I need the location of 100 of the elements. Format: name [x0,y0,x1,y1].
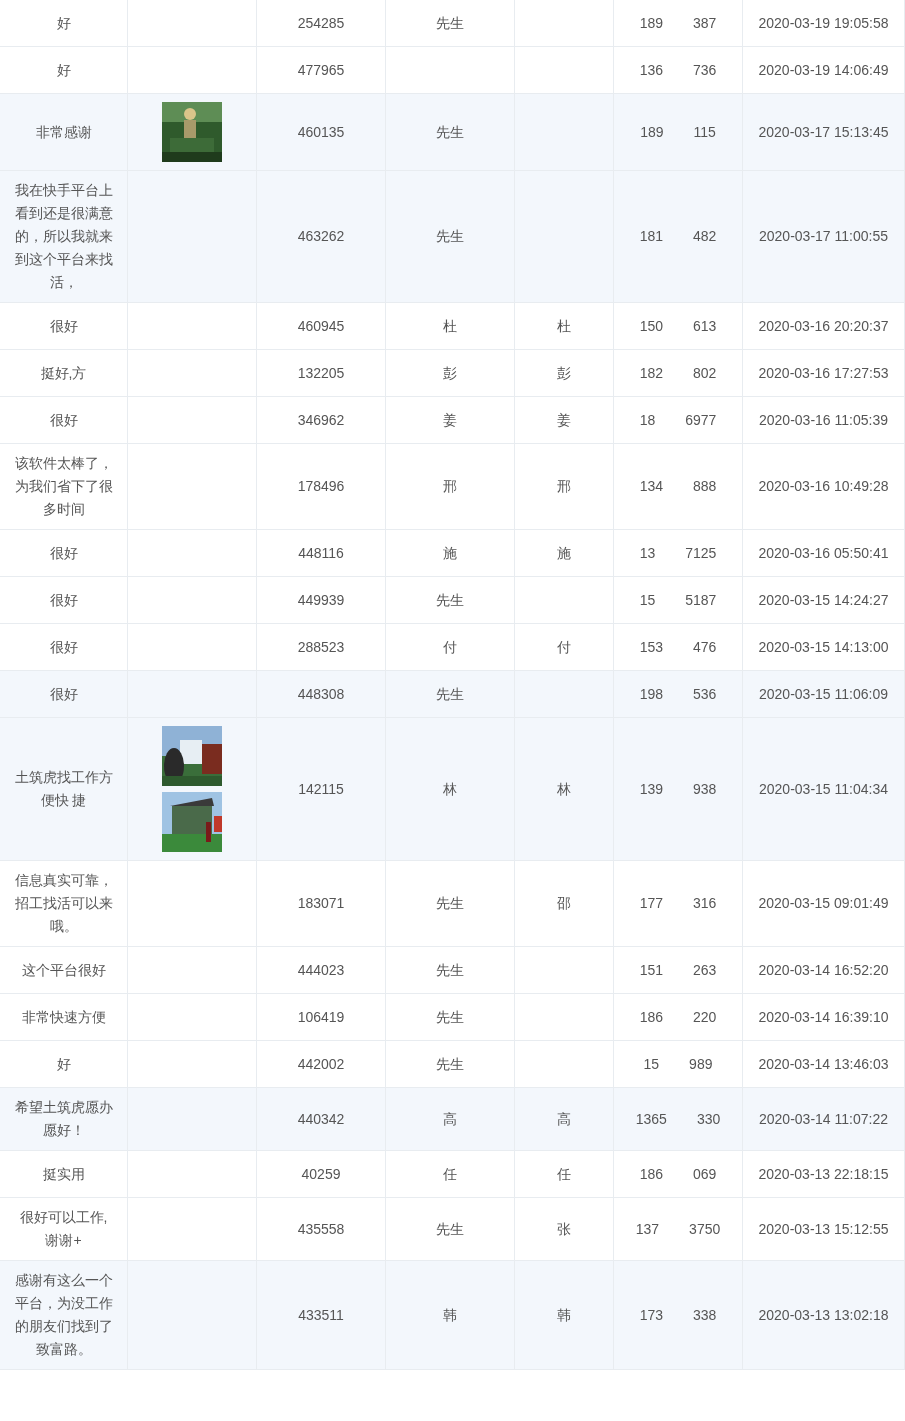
table-cell-text: 150 [639,316,663,336]
table-cell-text: 5187 [685,590,717,610]
table-cell-text: 邢 [557,477,571,496]
table-cell-text: 460135 [297,122,345,142]
table-cell-text: 189 [640,122,664,142]
table-cell-text: 先生 [436,1007,464,1027]
table-cell-text: 2020-03-14 16:52:20 [758,960,889,980]
table-cell-text: 198 [639,684,663,704]
table-cell-text: 韩 [443,1305,457,1325]
table-cell-text: 杜 [557,316,571,336]
table-cell-text: 2020-03-16 05:50:41 [758,543,889,563]
table-cell-text: 任 [557,1164,571,1184]
table-cell-text: 6977 [685,410,717,430]
table-cell-text: 好 [55,13,72,33]
table-cell-text: 460945 [297,316,345,336]
table-cell-text: 很好 [48,590,79,610]
table-cell-text: 448116 [298,543,344,563]
table-cell-text: 先生 [436,684,464,704]
table-cell-text: 463262 [297,227,345,246]
table-cell-text: 15 [639,590,656,610]
table-cell-text: 2020-03-17 15:13:45 [758,122,889,142]
table-cell-text: 姜 [557,410,571,430]
table-cell-text: 2020-03-14 13:46:03 [758,1054,889,1074]
table-cell-text: 435558 [297,1219,345,1239]
table-cell-text: 先生 [436,227,464,246]
table-cell-text: 付 [557,637,571,657]
table-cell-text: 1365 [635,1109,667,1129]
table-cell-text: 很好可以工作,谢谢+ [18,1208,109,1250]
table-cell-text: 2020-03-13 15:12:55 [758,1219,889,1239]
table-cell-text: 施 [557,543,571,563]
table-cell-text: 069 [693,1164,717,1184]
table-cell-text: 449939 [297,590,345,610]
table-cell-text: 2020-03-16 11:05:39 [759,410,888,430]
table-cell-text: 13 [639,543,656,563]
table-cell-text: 482 [693,227,717,246]
table-cell-text: 189 [639,13,663,33]
table-cell-text: 173 [639,1305,663,1325]
table-cell-text: 非常感谢 [34,122,93,142]
table-cell-text: 2020-03-17 11:00:55 [759,227,888,246]
table-cell-text: 220 [693,1007,717,1027]
table-cell-text: 288523 [297,637,345,657]
table-cell-text: 139 [639,779,663,799]
table-cell-text: 很好 [48,637,79,657]
table-cell-text: 736 [693,60,717,80]
table-cell-text: 15 [643,1054,660,1074]
table-cell-text: 杜 [443,316,457,336]
table-cell-text: 我在快手平台上看到还是很满意的，所以我就来到这个平台来找活， [14,181,113,292]
table-cell-text: 263 [693,960,717,980]
table-cell-text: 非常快速方便 [20,1007,107,1027]
table-cell-text: 2020-03-15 11:06:09 [759,684,888,704]
table-cell-text: 477965 [297,60,345,80]
table-cell-text: 2020-03-16 17:27:53 [758,363,889,383]
table-cell-text: 136 [639,60,663,80]
table-cell-text: 115 [693,122,716,142]
table-cell-text: 3750 [689,1219,721,1239]
table-cell-text: 151 [639,960,663,980]
table-cell-text: 7125 [685,543,717,563]
table-cell-text: 802 [693,363,717,383]
table-cell-text: 186 [639,1164,663,1184]
table-cell-text: 姜 [443,410,457,430]
table-cell-text: 40259 [301,1164,341,1184]
table-cell-text: 254285 [297,13,345,33]
table-cell-text: 153 [639,637,663,657]
table-cell-text: 178496 [297,477,345,496]
table-cell-text: 2020-03-14 11:07:22 [759,1109,888,1129]
table-cell-text: 442002 [297,1054,345,1074]
table-cell-text: 613 [693,316,717,336]
table-cell-text: 土筑虎找工作方便快 捷 [14,768,113,810]
table-cell-text: 316 [693,894,717,913]
table-cell-text: 先生 [436,122,464,142]
table-cell-text: 134 [639,477,663,496]
table-cell-text: 18 [639,410,656,430]
table-cell-text: 彭 [443,363,457,383]
table-cell-text: 186 [639,1007,663,1027]
table-cell-text: 挺实用 [41,1164,86,1184]
table-cell-text: 137 [635,1219,660,1239]
table-cell-text: 346962 [297,410,345,430]
table-cell-text: 该软件太棒了，为我们省下了很多时间 [14,454,113,519]
table-cell-text: 彭 [557,363,571,383]
table-cell-text: 440342 [297,1109,345,1129]
table-cell-text: 2020-03-15 09:01:49 [758,894,889,913]
table-cell-text: 2020-03-15 11:04:34 [759,779,888,799]
table-cell-text: 挺好,方 [39,363,88,383]
table-cell-text: 2020-03-15 14:24:27 [758,590,889,610]
table-cell-text: 444023 [297,960,345,980]
table-cell-text: 张 [557,1219,571,1239]
table-cell-text: 好 [55,1054,72,1074]
table-cell-text: 付 [443,637,457,657]
table-cell-text: 施 [443,543,457,563]
table-cell-text: 好 [55,60,72,80]
table-cell-text: 2020-03-13 13:02:18 [758,1305,889,1325]
table-cell-text: 387 [693,13,717,33]
table-cell-text: 很好 [48,543,79,563]
table-cell-text: 2020-03-16 10:49:28 [758,477,889,496]
table-cell-text: 938 [693,779,717,799]
table-cell-text: 先生 [436,960,464,980]
table-cell-text: 2020-03-14 16:39:10 [758,1007,889,1027]
table-cell-text: 任 [443,1164,457,1184]
table-cell-text: 330 [696,1109,721,1129]
table-cell-text: 888 [693,477,717,496]
